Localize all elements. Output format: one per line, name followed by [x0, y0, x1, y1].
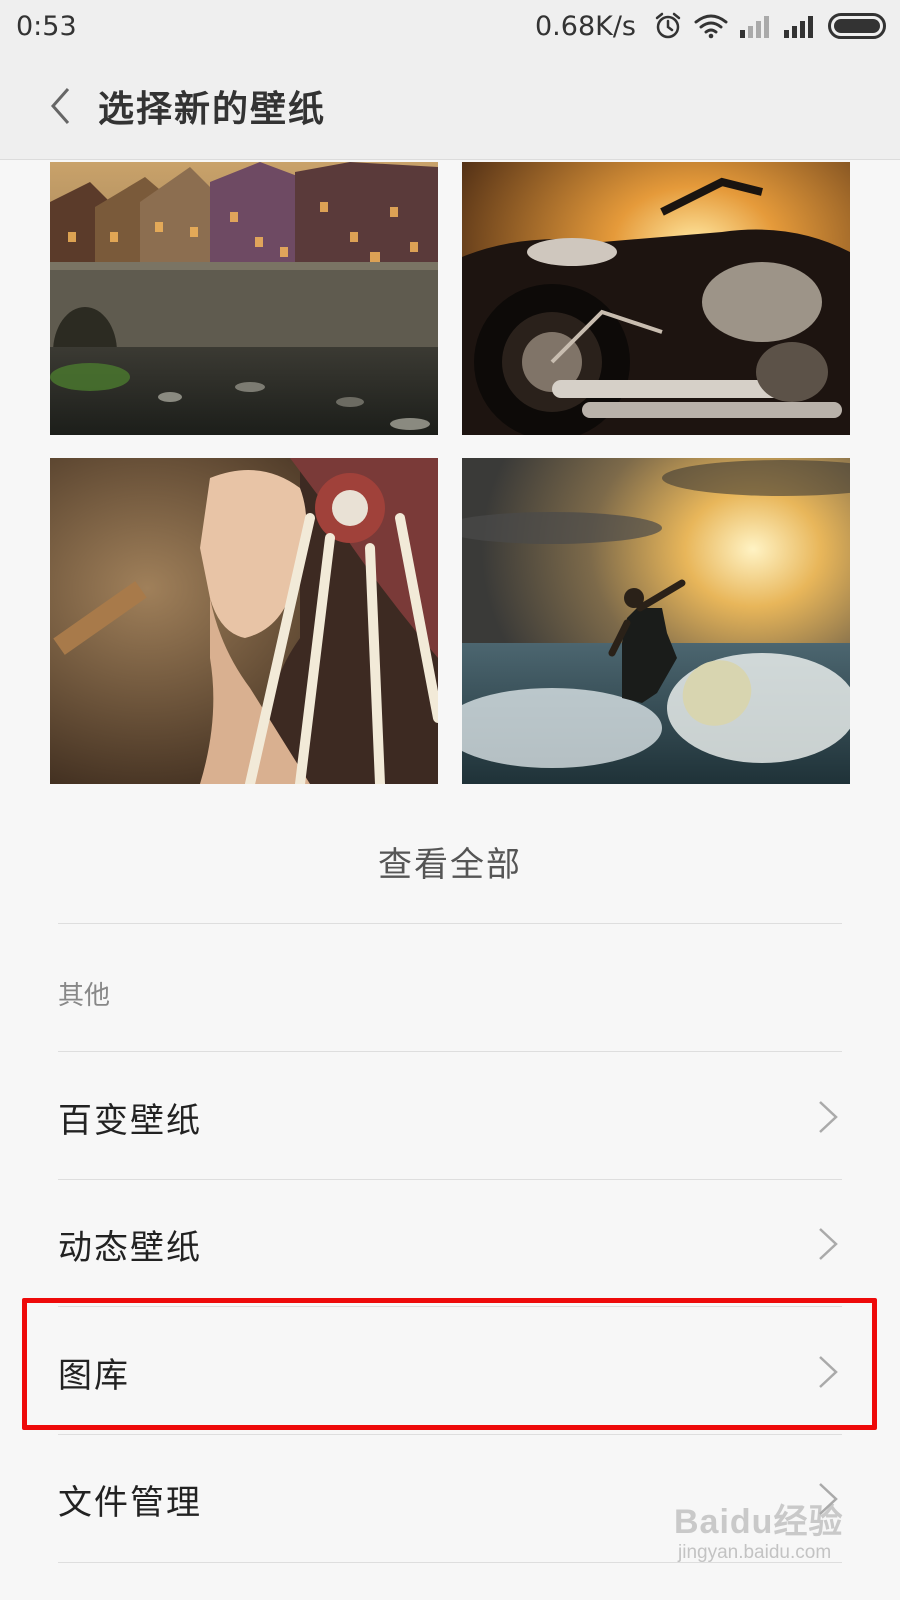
motorcycle-image — [462, 162, 850, 435]
wallpaper-grid — [50, 162, 850, 784]
wallpaper-thumbnail-woman[interactable] — [50, 458, 438, 784]
baidu-watermark: Baidu经验 jingyan.baidu.com — [674, 1494, 854, 1574]
back-button[interactable] — [30, 76, 90, 136]
list-item-live-wallpaper[interactable]: 动态壁纸 — [58, 1182, 842, 1306]
wallpaper-thumbnail-village[interactable] — [50, 162, 438, 435]
view-all-button[interactable]: 查看全部 — [58, 800, 842, 924]
list-item-variety-wallpaper[interactable]: 百变壁纸 — [58, 1055, 842, 1179]
divider — [58, 1434, 842, 1435]
status-time: 0:53 — [16, 10, 77, 42]
woman-headdress-image — [50, 458, 438, 784]
wallpaper-thumbnail-surfer[interactable] — [462, 458, 850, 784]
watermark-url: jingyan.baidu.com — [678, 1542, 832, 1563]
watermark-brand: Baidu经验 — [674, 1503, 844, 1541]
alarm-icon — [654, 12, 682, 40]
chevron-right-icon — [819, 1228, 838, 1260]
wifi-icon — [694, 13, 728, 39]
list-item-label: 文件管理 — [58, 1482, 202, 1523]
divider — [58, 1179, 842, 1180]
highlight-annotation — [22, 1298, 877, 1430]
surfer-image — [462, 458, 850, 784]
network-speed: 0.68K/s — [535, 10, 636, 42]
signal-icon-sim2 — [784, 14, 816, 38]
chevron-left-icon — [50, 87, 70, 124]
signal-icon-sim1 — [740, 14, 772, 38]
status-bar: 0:53 0.68K/s — [0, 0, 900, 52]
status-icons: 0.68K/s — [535, 11, 886, 42]
title-bar: 选择新的壁纸 — [0, 52, 900, 160]
chevron-right-icon — [819, 1101, 838, 1133]
list-item-label: 动态壁纸 — [58, 1227, 202, 1268]
battery-icon — [828, 13, 886, 39]
page-title: 选择新的壁纸 — [98, 88, 327, 130]
village-image — [50, 162, 438, 435]
divider — [58, 1051, 842, 1052]
wallpaper-picker-screen: 0:53 0.68K/s 选择新的壁纸 查看全部 其他 百变壁纸 动态壁纸 图库… — [0, 0, 900, 1600]
section-header-other: 其他 — [58, 981, 111, 1011]
wallpaper-thumbnail-motorcycle[interactable] — [462, 162, 850, 435]
list-item-label: 百变壁纸 — [58, 1100, 202, 1141]
